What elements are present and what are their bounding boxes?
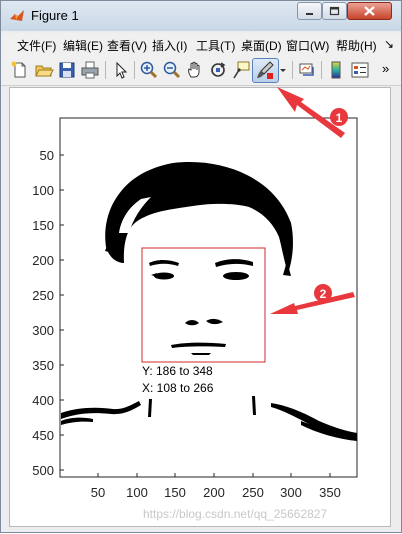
y-tick-label: 300 (32, 323, 54, 338)
y-tick-labels: 50 100 150 200 250 300 350 400 450 500 (32, 148, 54, 478)
y-tick-label: 100 (32, 183, 54, 198)
y-tick-label: 50 (40, 148, 54, 163)
callout-1-number: 1 (336, 111, 343, 125)
x-tick-label: 350 (319, 485, 341, 500)
y-tick-label: 450 (32, 428, 54, 443)
x-tick-labels: 50 100 150 200 250 300 350 (91, 485, 341, 500)
y-tick-label: 150 (32, 218, 54, 233)
x-tick-label: 150 (164, 485, 186, 500)
selection-x-range: X: 108 to 266 (142, 381, 214, 395)
y-tick-label: 400 (32, 393, 54, 408)
figure-window: Figure 1 文件(F) 编辑(E) 查看(V) 插入(I) 工具(T) 桌… (0, 0, 402, 533)
x-tick-label: 200 (203, 485, 225, 500)
y-tick-label: 500 (32, 463, 54, 478)
axes[interactable]: Y: 186 to 348 X: 108 to 266 50 100 150 2… (1, 1, 402, 534)
x-tick-label: 250 (242, 485, 264, 500)
x-tick-label: 300 (280, 485, 302, 500)
callout-2-number: 2 (320, 287, 327, 301)
x-tick-label: 50 (91, 485, 105, 500)
watermark: https://blog.csdn.net/qq_25662827 (143, 507, 328, 521)
x-tick-label: 100 (126, 485, 148, 500)
selection-y-range: Y: 186 to 348 (142, 364, 213, 378)
y-tick-label: 350 (32, 358, 54, 373)
y-tick-label: 250 (32, 288, 54, 303)
y-tick-label: 200 (32, 253, 54, 268)
